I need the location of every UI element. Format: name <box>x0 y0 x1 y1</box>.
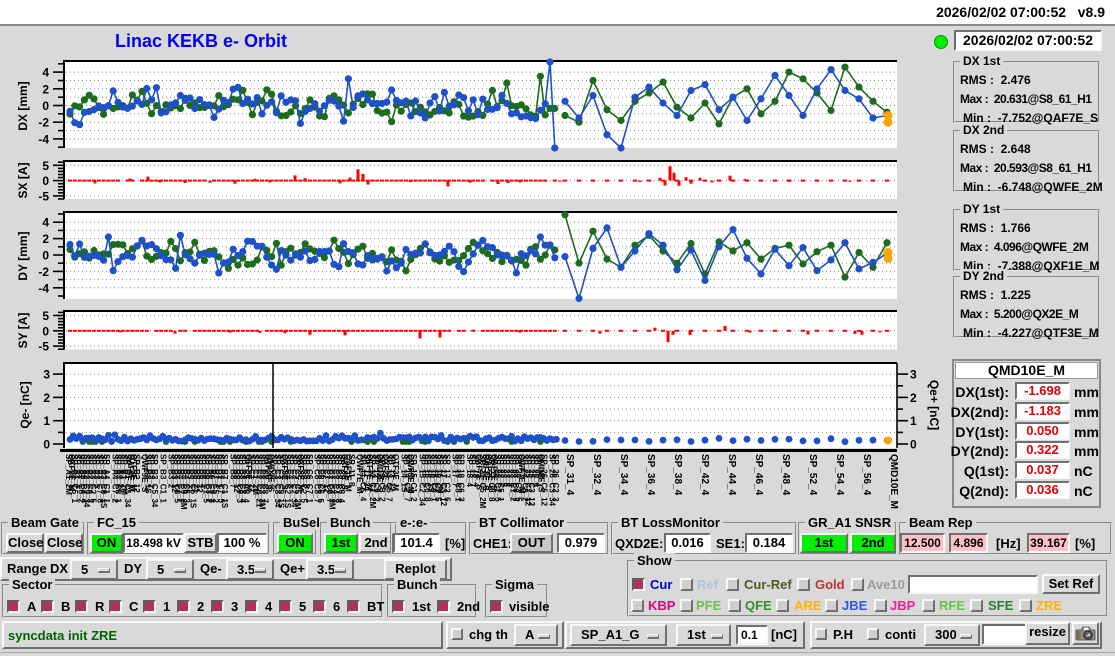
svg-text:SP_48_4: SP_48_4 <box>780 454 791 496</box>
svg-text:2: 2 <box>910 391 917 405</box>
svg-text:-4: -4 <box>38 132 49 146</box>
svg-text:SP_B2_12: SP_B2_12 <box>132 454 141 493</box>
svg-text:SP_11_8: SP_11_8 <box>347 454 356 487</box>
svg-text:QTF3E_M: QTF3E_M <box>391 454 400 491</box>
svg-text:0: 0 <box>910 438 917 452</box>
svg-text:SP_52_4: SP_52_4 <box>807 454 818 496</box>
svg-text:SP_B7_C1_1S: SP_B7_C1_1S <box>220 454 229 509</box>
svg-text:SP_17_C2_5: SP_17_C2_5 <box>443 454 452 502</box>
svg-text:SP_36_4: SP_36_4 <box>645 454 656 496</box>
svg-text:SY [A]: SY [A] <box>16 313 30 349</box>
svg-text:2: 2 <box>43 391 50 405</box>
svg-text:SP_B3_C1_1: SP_B3_C1_1 <box>158 454 167 503</box>
svg-text:3: 3 <box>910 368 917 382</box>
svg-text:-4: -4 <box>38 281 49 295</box>
svg-text:SP_18_C6_3: SP_18_C6_3 <box>456 454 465 502</box>
svg-text:SP_31_4: SP_31_4 <box>564 454 575 496</box>
svg-text:5: 5 <box>42 159 49 173</box>
svg-text:0: 0 <box>43 438 50 452</box>
svg-text:0: 0 <box>42 249 49 263</box>
svg-text:DX [mm]: DX [mm] <box>16 81 30 130</box>
svg-text:SP_A4_C1_1: SP_A4_C1_1 <box>102 454 111 503</box>
svg-text:SP_15_C1_2: SP_15_C1_2 <box>409 454 418 502</box>
svg-text:SP_42_4: SP_42_4 <box>699 454 710 496</box>
svg-text:3: 3 <box>43 368 50 382</box>
svg-text:0: 0 <box>42 99 49 113</box>
svg-text:SP_26_C2_3: SP_26_C2_3 <box>551 454 560 502</box>
svg-text:SP_32_4: SP_32_4 <box>591 454 602 496</box>
svg-text:-5: -5 <box>38 340 49 354</box>
svg-text:Qe+ [nC]: Qe+ [nC] <box>927 380 941 430</box>
svg-text:0: 0 <box>42 324 49 338</box>
svg-text:1: 1 <box>43 414 50 428</box>
svg-text:4: 4 <box>42 216 49 230</box>
svg-text:SP_B3_C5_34: SP_B3_C5_34 <box>150 454 159 508</box>
svg-text:SX [A]: SX [A] <box>16 162 30 198</box>
svg-text:SP_C6_C7_1: SP_C6_C7_1 <box>305 454 314 503</box>
svg-text:SP_54_4: SP_54_4 <box>834 454 845 496</box>
svg-text:-2: -2 <box>38 265 49 279</box>
svg-text:SP_38_4: SP_38_4 <box>672 454 683 496</box>
svg-text:QMD10E_M: QMD10E_M <box>888 454 899 509</box>
svg-text:1: 1 <box>910 414 917 428</box>
svg-text:Qe- [nC]: Qe- [nC] <box>18 381 32 428</box>
svg-text:SP_56_4: SP_56_4 <box>861 454 872 496</box>
svg-text:-2: -2 <box>38 116 49 130</box>
svg-text:SP_34_4: SP_34_4 <box>618 454 629 496</box>
svg-text:0: 0 <box>42 174 49 188</box>
svg-text:SP_46_4: SP_46_4 <box>753 454 764 496</box>
svg-text:2: 2 <box>42 232 49 246</box>
svg-text:5: 5 <box>42 309 49 323</box>
svg-text:DY [mm]: DY [mm] <box>16 231 30 280</box>
svg-text:SP_44_4: SP_44_4 <box>726 454 737 496</box>
svg-text:SP_26_C5_12: SP_26_C5_12 <box>540 454 549 507</box>
svg-text:-5: -5 <box>38 189 49 203</box>
svg-text:4: 4 <box>42 66 49 80</box>
svg-text:2: 2 <box>42 82 49 96</box>
